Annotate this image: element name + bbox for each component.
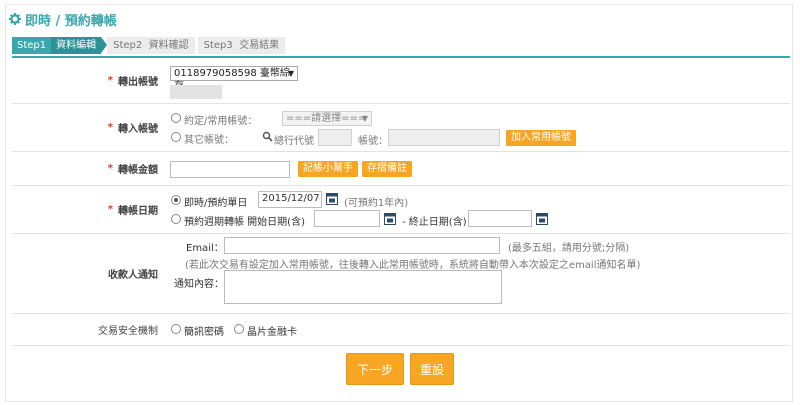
row-date: * 轉帳日期 即時/預約單日 2015/12/07 (可預約1年內) 預約週期轉帳… [12,186,790,234]
step-1: Step1 資料編輯 [12,37,108,54]
chevron-down-icon: ▼ [361,114,368,123]
chevron-down-icon: ▼ [287,69,294,78]
periodic-end-label: - 終止日期(含) [402,217,467,228]
account-number-input[interactable] [388,129,500,146]
sms-password-label: 簡訊密碼 [184,327,224,338]
add-common-account-button[interactable]: 加入常用帳號 [506,130,576,146]
periodic-date-radio[interactable] [171,214,181,224]
next-step-button[interactable]: 下一步 [346,353,404,385]
row-amount: * 轉帳金額 記帳小幫手 存摺備註 [12,152,790,186]
periodic-end-input[interactable] [468,210,532,227]
bank-code-label: 總行代號 [274,136,314,147]
bookkeeping-helper-button[interactable]: 記帳小幫手 [298,161,358,177]
step-3: Step3 交易結果 [197,37,286,54]
notify-content-label: 通知內容： [174,279,224,290]
agreed-account-select[interactable]: ===請選擇=== ▼ [282,111,372,126]
from-account-label: * 轉出帳號 [107,75,158,88]
gear-icon [9,13,21,25]
step-indicator: Step1 資料編輯 Step2 資料確認 Step3 交易結果 [12,37,288,54]
immediate-date-radio[interactable] [171,195,181,205]
email-input[interactable] [224,237,500,254]
step-2: Step2 資料確認 [107,37,195,54]
step-1-sub: 資料編輯 [51,37,108,54]
row-to-account: * 轉入帳號 約定/常用帳號： ===請選擇=== ▼ 其它帳號： 總行代號 帳號：… [12,104,790,152]
periodic-start-input[interactable] [314,210,380,227]
email-label: Email： [186,243,224,254]
notify-content-textarea[interactable] [224,270,502,304]
email-auto-hint: (若此次交易有設定加入常用帳號，往後轉入此常用帳號時，系統將自動帶入本次設定之e… [185,260,641,271]
step-1-label: Step1 [17,40,47,51]
step-2-label: Step2 [113,40,143,51]
notify-label: 收款人通知 [108,270,158,281]
row-from-account: *轉出帳號 0118979058598 臺幣綜存▼ [12,58,790,104]
other-account-radio[interactable] [171,132,181,142]
calendar-icon[interactable] [326,192,338,205]
transfer-form: *轉出帳號 0118979058598 臺幣綜存▼ *轉入帳號 約定/常用帳號：… [12,56,790,346]
agreed-account-label: 約定/常用帳號： [184,116,258,127]
email-hint: (最多五組，請用分號;分隔) [508,243,630,254]
passbook-memo-button[interactable]: 存摺備註 [362,161,412,177]
masked-account-info [170,85,222,99]
from-account-select[interactable]: 0118979058598 臺幣綜存▼ [170,66,298,92]
periodic-start-label: 預約週期轉帳 開始日期(含) [184,217,305,228]
step-3-sub: 交易結果 [239,40,280,51]
to-account-label: * 轉入帳號 [107,122,158,135]
row-security: 交易安全機制 簡訊密碼 晶片金融卡 [12,314,790,346]
step-3-label: Step3 [203,40,233,51]
reset-button[interactable]: 重設 [410,353,454,385]
page-title-text: 即時 / 預約轉帳 [25,13,117,29]
row-notify: 收款人通知 Email： (最多五組，請用分號;分隔) (若此次交易有設定加入常… [12,234,790,314]
immediate-date-label: 即時/預約單日 [184,198,248,209]
security-label: 交易安全機制 [98,326,158,337]
search-icon[interactable] [262,131,273,142]
account-number-label: 帳號： [358,136,388,147]
amount-input[interactable] [170,161,290,178]
chip-card-label: 晶片金融卡 [247,327,297,338]
date-label: * 轉帳日期 [107,204,158,217]
amount-label: * 轉帳金額 [107,163,158,176]
calendar-icon[interactable] [536,212,548,225]
page-title: 即時 / 預約轉帳 [9,11,117,29]
step-2-sub: 資料確認 [148,40,189,51]
calendar-icon[interactable] [384,212,396,225]
date-input[interactable]: 2015/12/07 [258,191,322,208]
bank-code-input[interactable] [318,129,352,146]
chip-card-radio[interactable] [234,324,244,334]
sms-password-radio[interactable] [171,324,181,334]
agreed-account-radio[interactable] [171,113,181,123]
date-hint: (可預約1年內) [344,198,409,209]
other-account-label: 其它帳號： [184,135,234,146]
